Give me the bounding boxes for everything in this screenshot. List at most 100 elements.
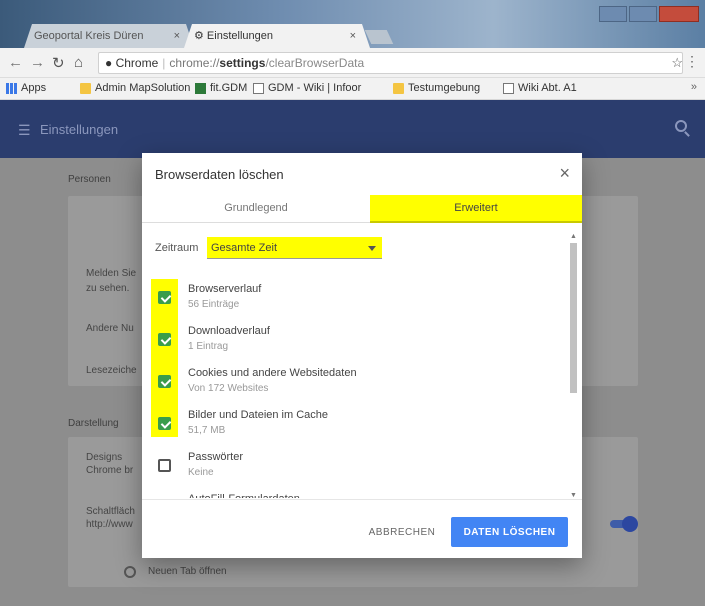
checkbox-subtitle: 1 Eintrag [188,341,229,352]
bg-text: Andere Nu [86,323,134,334]
tab-settings[interactable]: ⚙ Einstellungen × [184,24,370,48]
bg-text: zu sehen. [86,283,130,294]
hamburger-icon[interactable]: ☰ [18,122,31,139]
bg-text: Lesezeiche [86,365,137,376]
settings-title: Einstellungen [40,122,119,137]
checkbox-subtitle: Von 172 Websites [188,383,269,394]
close-icon[interactable]: × [350,24,356,48]
reload-icon[interactable]: ↻ [52,54,65,72]
bg-text: Chrome br [86,465,134,476]
scrollbar[interactable]: ▲ ▼ [569,233,578,499]
home-icon[interactable]: ⌂ [74,54,83,71]
checkbox-row[interactable]: Cookies und andere Websitedaten Von 172 W… [142,359,567,401]
tab-label: Geoportal Kreis Düren [34,30,144,42]
url-path: settings [219,56,266,70]
bookmark-wiki-abt[interactable]: Wiki Abt. A1 [503,82,577,94]
bg-text: http://www [86,519,133,530]
menu-icon[interactable]: ⋮ [685,53,699,70]
section-appearance-label: Darstellung [68,418,119,429]
show-home-toggle[interactable] [610,516,638,532]
minimize-button[interactable] [599,6,627,22]
dialog-title: Browserdaten löschen [155,167,284,182]
tab-basic[interactable]: Grundlegend [142,195,370,223]
time-range-label: Zeitraum [155,242,199,254]
folder-icon [393,82,404,94]
checkbox-checked-icon[interactable] [158,333,171,346]
bg-text: Neuen Tab öffnen [148,566,227,577]
checkbox-row[interactable]: AutoFill-Formulardaten [142,485,567,498]
bookmark-testumgebung[interactable]: Testumgebung [393,82,480,94]
bookmark-label: GDM - Wiki | Infoor [268,82,362,94]
browser-toolbar: ← → ↻ ⌂ ● Chrome | chrome://settings/clear… [0,48,705,78]
time-range-select[interactable]: Gesamte Zeit [207,237,382,259]
forward-icon[interactable]: → [30,54,45,71]
checkbox-checked-icon[interactable] [158,291,171,304]
close-window-button[interactable] [659,6,699,22]
maximize-button[interactable] [629,6,657,22]
radio-button[interactable] [124,566,136,578]
checkbox-checked-icon[interactable] [158,375,171,388]
bookmark-label: Testumgebung [408,82,481,94]
tab-geoportal[interactable]: Geoportal Kreis Düren × [24,24,194,48]
checkbox-subtitle: 51,7 MB [188,425,226,436]
checkbox-label: Passwörter [188,451,244,463]
checkbox-label: Bilder und Dateien im Cache [188,409,329,421]
bookmark-label: Apps [21,82,47,94]
url-host: chrome:// [169,56,220,70]
checkbox-unchecked-icon[interactable] [158,459,171,472]
bookmarks-bar: Apps Admin MapSolution fit.GDM GDM - Wik… [0,78,705,100]
tab-label: Einstellungen [206,30,273,42]
checkbox-subtitle: 56 Einträge [188,299,240,310]
dialog-footer: ABBRECHEN DATEN LÖSCHEN [142,499,582,558]
checkbox-row[interactable]: Passwörter Keine [142,443,567,485]
bookmark-gdm-wiki[interactable]: GDM - Wiki | Infoor [253,82,361,94]
url-rest: /clearBrowserData [265,56,365,70]
search-icon[interactable] [675,120,687,132]
checkbox-label: AutoFill-Formulardaten [188,493,300,498]
checkbox-row[interactable]: Browserverlauf 56 Einträge [142,275,567,317]
bookmark-label: Admin MapSolution [95,82,191,94]
section-people-label: Personen [68,174,111,185]
new-tab-button[interactable] [364,30,394,44]
doc-icon [253,82,264,94]
dropdown-arrow-icon [368,246,376,251]
scroll-down-icon[interactable]: ▼ [570,492,577,499]
address-bar[interactable]: ● Chrome | chrome://settings/clearBrowserD… [98,52,683,74]
close-icon[interactable]: × [174,24,180,48]
checkbox-label: Cookies und andere Websitedaten [188,367,357,379]
close-icon[interactable]: × [559,163,570,184]
grid-icon [195,82,206,94]
bg-text: Schaltfläch [86,506,135,517]
checkbox-row[interactable]: Downloadverlauf 1 Eintrag [142,317,567,359]
more-bookmarks-icon[interactable]: » [691,81,697,93]
checkbox-row[interactable]: Bilder und Dateien im Cache 51,7 MB [142,401,567,443]
checkbox-checked-icon[interactable] [158,417,171,430]
apps-icon [6,82,17,94]
doc-icon [503,82,514,94]
back-icon[interactable]: ← [8,54,23,71]
bg-text: Melden Sie [86,268,137,279]
bg-text: Designs [86,452,123,463]
scroll-thumb[interactable] [570,243,577,393]
bookmark-star-icon[interactable]: ☆ [671,55,683,71]
window-controls [599,6,699,22]
settings-header: ☰ Einstellungen [0,100,705,158]
tab-advanced[interactable]: Erweitert [370,195,582,223]
clear-browsing-data-dialog: Browserdaten löschen × Grundlegend Erwei… [142,153,582,558]
checkbox-label: Browserverlauf [188,283,262,295]
scroll-up-icon[interactable]: ▲ [570,233,577,240]
folder-icon [80,82,91,94]
time-range-value: Gesamte Zeit [211,242,278,254]
cancel-button[interactable]: ABBRECHEN [362,518,442,546]
secure-icon: ● [105,56,113,70]
gear-icon: ⚙ [194,30,207,42]
bookmark-label: Wiki Abt. A1 [518,82,577,94]
bookmark-fit-gdm[interactable]: fit.GDM [195,82,247,94]
bookmark-apps[interactable]: Apps [6,82,46,94]
bookmark-admin-mapsolution[interactable]: Admin MapSolution [80,82,190,94]
clear-data-button[interactable]: DATEN LÖSCHEN [451,517,568,547]
checkbox-label: Downloadverlauf [188,325,270,337]
checkbox-subtitle: Keine [188,467,214,478]
bookmark-label: fit.GDM [210,82,248,94]
window-titlebar: Geoportal Kreis Düren × ⚙ Einstellungen … [0,0,705,48]
